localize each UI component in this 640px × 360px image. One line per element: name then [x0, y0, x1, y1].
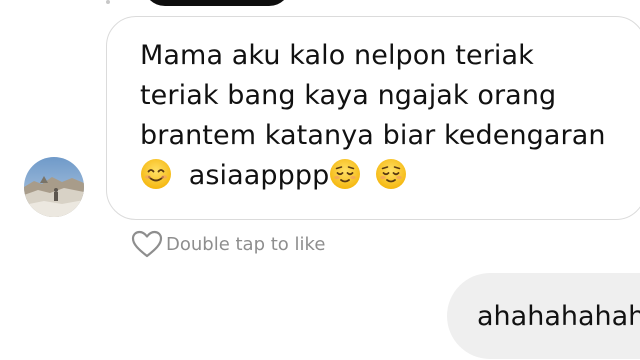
relieved-face-emoji	[376, 159, 407, 189]
relieved-face-emoji	[330, 159, 361, 189]
heart-icon[interactable]	[130, 229, 164, 259]
incoming-message-text: Mama aku kalo nelpon teriak teriak bang …	[140, 36, 620, 196]
avatar[interactable]	[24, 157, 84, 217]
like-row[interactable]: Double tap to like	[130, 229, 325, 259]
scroll-indicator-dot	[106, 0, 110, 4]
smiling-face-emoji	[141, 159, 171, 189]
outgoing-message-text: ahahahahaha	[477, 301, 640, 332]
avatar-photo	[24, 157, 84, 217]
message-line: teriak bang kaya ngajak orang	[140, 80, 557, 111]
previous-media-message[interactable]	[143, 0, 291, 6]
double-tap-hint: Double tap to like	[166, 233, 326, 255]
message-line: asiaapppp	[140, 156, 620, 196]
message-tail-text: asiaapppp	[188, 160, 330, 191]
message-line: Mama aku kalo nelpon teriak	[140, 40, 534, 71]
message-line: brantem katanya biar kedengaran	[140, 120, 606, 151]
chat-thread: Mama aku kalo nelpon teriak teriak bang …	[0, 0, 640, 360]
